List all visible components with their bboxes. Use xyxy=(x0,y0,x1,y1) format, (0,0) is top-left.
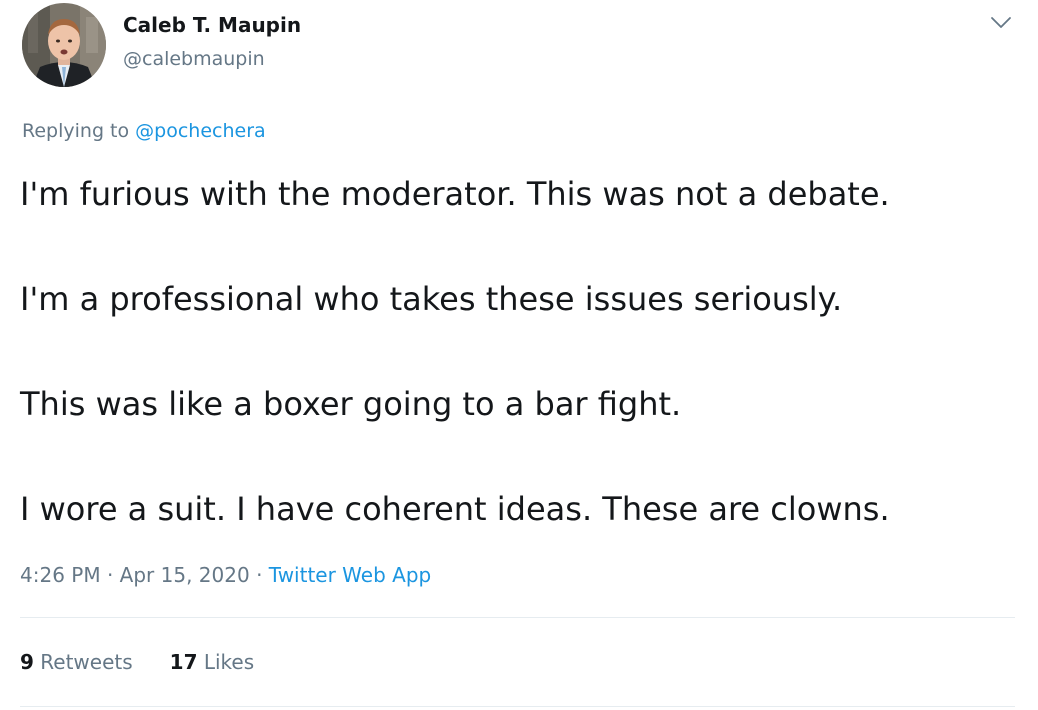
divider xyxy=(20,706,1015,707)
more-options-button[interactable] xyxy=(986,11,1016,35)
likes-count: 17 xyxy=(169,650,198,674)
tweet-paragraph: I wore a suit. I have coherent ideas. Th… xyxy=(20,490,890,528)
tweet-text: I'm furious with the moderator. This was… xyxy=(20,170,1020,537)
meta-separator: · xyxy=(256,563,263,587)
tweet: Caleb T. Maupin @calebmaupin Replying to… xyxy=(0,0,1038,710)
likes-stat[interactable]: 17 Likes xyxy=(170,647,255,677)
tweet-source-link[interactable]: Twitter Web App xyxy=(269,563,431,587)
divider xyxy=(20,617,1015,618)
author-handle[interactable]: @calebmaupin xyxy=(123,46,301,72)
chevron-down-icon xyxy=(991,17,1011,28)
meta-separator: · xyxy=(106,563,114,587)
author-block: Caleb T. Maupin @calebmaupin xyxy=(123,12,301,72)
tweet-paragraph: This was like a boxer going to a bar fig… xyxy=(20,385,682,423)
reply-target-link[interactable]: @pochechera xyxy=(135,120,266,142)
tweet-meta: 4:26 PM · Apr 15, 2020 · Twitter Web App xyxy=(20,560,431,590)
tweet-stats: 9 Retweets 17 Likes xyxy=(20,647,254,677)
likes-label: Likes xyxy=(203,650,255,674)
tweet-paragraph: I'm furious with the moderator. This was… xyxy=(20,175,890,213)
avatar[interactable] xyxy=(22,3,106,87)
replying-to: Replying to @pochechera xyxy=(22,117,266,145)
tweet-time[interactable]: 4:26 PM xyxy=(20,563,101,587)
author-display-name[interactable]: Caleb T. Maupin xyxy=(123,12,301,38)
tweet-paragraph: I'm a professional who takes these issue… xyxy=(20,280,843,318)
retweets-label: Retweets xyxy=(40,650,133,674)
profile-photo-icon xyxy=(22,3,106,87)
replying-to-label: Replying to xyxy=(22,120,130,142)
retweets-count: 9 xyxy=(20,650,34,674)
tweet-date[interactable]: Apr 15, 2020 xyxy=(120,563,250,587)
retweets-stat[interactable]: 9 Retweets xyxy=(20,647,133,677)
